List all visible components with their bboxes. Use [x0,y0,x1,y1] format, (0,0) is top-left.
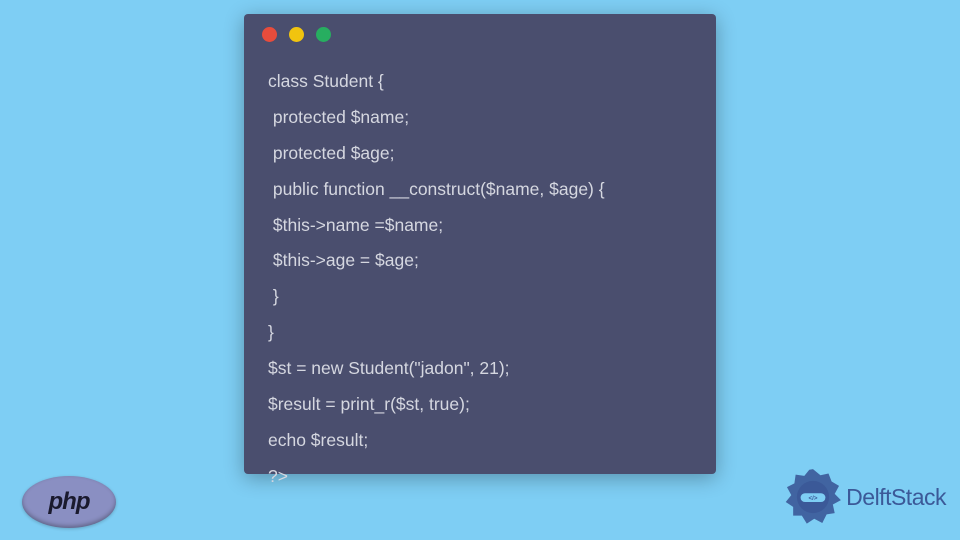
code-line: $this->name =$name; [268,208,692,244]
window-titlebar [244,14,716,54]
code-line: public function __construct($name, $age)… [268,172,692,208]
code-line: } [268,315,692,351]
code-line: $st = new Student("jadon", 21); [268,351,692,387]
code-line: echo $result; [268,423,692,459]
delftstack-logo-icon: </> [782,466,844,528]
code-content: class Student { protected $name; protect… [244,54,716,515]
close-icon[interactable] [262,27,277,42]
php-logo-text: php [49,488,90,516]
code-line: protected $age; [268,136,692,172]
code-line: $this->age = $age; [268,243,692,279]
maximize-icon[interactable] [316,27,331,42]
code-line: class Student { [268,64,692,100]
code-line: } [268,279,692,315]
delftstack-brand: </> DelftStack [782,466,946,528]
code-window: class Student { protected $name; protect… [244,14,716,474]
svg-text:</>: </> [809,495,818,502]
delftstack-brand-text: DelftStack [846,484,946,511]
php-logo: php [22,476,116,528]
code-line: $result = print_r($st, true); [268,387,692,423]
code-line: protected $name; [268,100,692,136]
code-line: ?> [268,459,692,495]
minimize-icon[interactable] [289,27,304,42]
